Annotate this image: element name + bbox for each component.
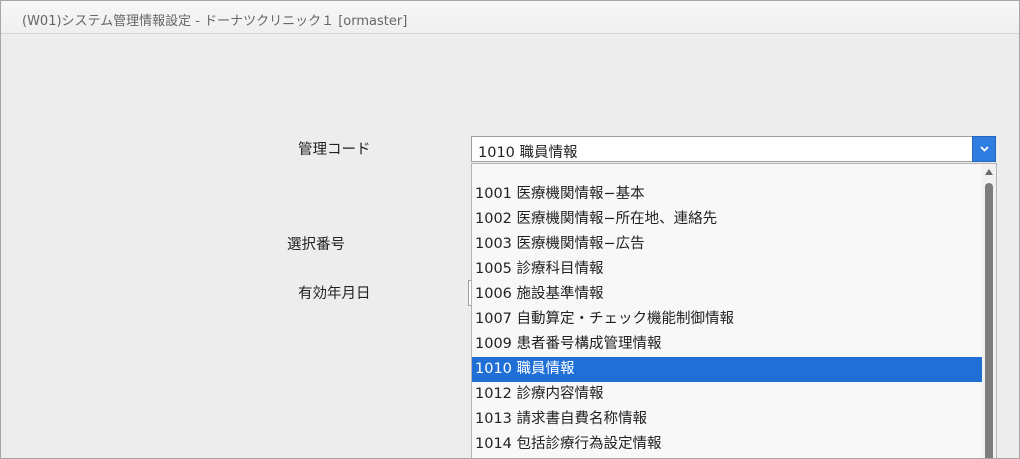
dropdown-scrollbar[interactable] (982, 164, 996, 458)
dropdown-option[interactable]: 1010 職員情報 (472, 357, 983, 382)
triangle-up-icon[interactable] (985, 169, 993, 175)
dropdown-option[interactable]: 1005 診療科目情報 (472, 257, 983, 282)
dropdown-option[interactable]: 1013 請求書自費名称情報 (472, 407, 983, 432)
dropdown-option[interactable]: 1006 施設基準情報 (472, 282, 983, 307)
kanri-code-dropdown-list[interactable]: 1001 医療機関情報−基本 1002 医療機関情報−所在地、連絡先 1003 医療… (471, 163, 997, 458)
yuko-nengappi-label: 有効年月日 (298, 286, 371, 302)
dropdown-option[interactable]: 1012 診療内容情報 (472, 382, 983, 407)
dropdown-option[interactable]: 1003 医療機関情報−広告 (472, 232, 983, 257)
app-window: (W01)システム管理情報設定 - ドーナツクリニック１ [ormaster] … (0, 0, 1020, 459)
dropdown-toggle-button[interactable] (972, 136, 996, 162)
window-titlebar: (W01)システム管理情報設定 - ドーナツクリニック１ [ormaster] (1, 1, 1019, 34)
dropdown-option[interactable]: 1001 医療機関情報−基本 (472, 182, 983, 207)
kanri-code-selected-value: 1010 職員情報 (478, 145, 578, 161)
window-title: (W01)システム管理情報設定 - ドーナツクリニック１ [ormaster] (22, 14, 408, 29)
dropdown-option[interactable]: 1002 医療機関情報−所在地、連絡先 (472, 207, 983, 232)
scrollbar-thumb[interactable] (985, 183, 993, 458)
kanri-code-select[interactable]: 1010 職員情報 (471, 136, 996, 162)
chevron-down-icon (980, 146, 989, 152)
kanri-code-label: 管理コード (298, 142, 371, 158)
dropdown-option[interactable]: 1009 患者番号構成管理情報 (472, 332, 983, 357)
dropdown-option[interactable]: 1007 自動算定・チェック機能制御情報 (472, 307, 983, 332)
dropdown-options: 1001 医療機関情報−基本 1002 医療機関情報−所在地、連絡先 1003 医療… (472, 182, 983, 457)
sentaku-bango-label: 選択番号 (287, 237, 345, 253)
dropdown-option[interactable]: 1014 包括診療行為設定情報 (472, 432, 983, 457)
